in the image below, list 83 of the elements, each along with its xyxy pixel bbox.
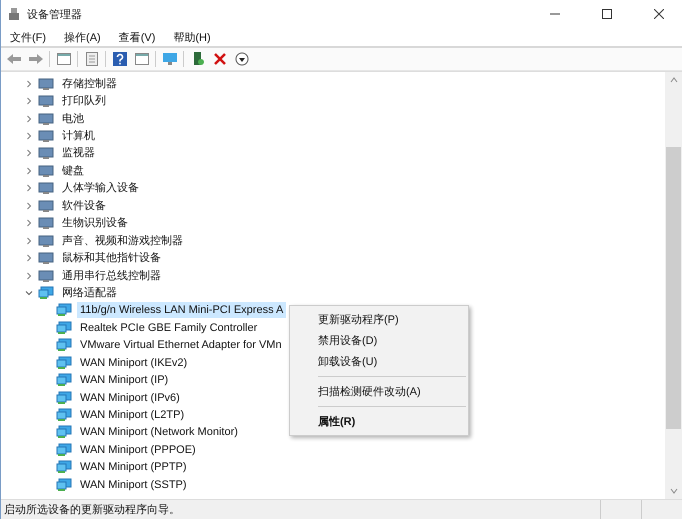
- tree-item[interactable]: 鼠标和其他指针设备: [59, 250, 164, 266]
- tree-item[interactable]: WAN Miniport (PPTP): [77, 459, 190, 476]
- network-adapter-icon: [56, 425, 72, 440]
- menu-option[interactable]: 属性(R): [290, 411, 468, 432]
- device-icon: [38, 181, 54, 196]
- chevron-right-icon[interactable]: [25, 272, 33, 280]
- chevron-right-icon[interactable]: [25, 184, 33, 192]
- tree-item[interactable]: VMware Virtual Ethernet Adapter for VMn: [77, 337, 285, 354]
- menu-option[interactable]: 更新驱动程序(P): [290, 309, 468, 330]
- chevron-right-icon[interactable]: [25, 80, 33, 88]
- tree-item[interactable]: WAN Miniport (IKEv2): [77, 354, 190, 371]
- tree-item[interactable]: 生物识别设备: [59, 215, 131, 232]
- device-icon: [38, 76, 54, 91]
- network-adapter-icon: [56, 390, 72, 405]
- chevron-right-icon[interactable]: [25, 114, 33, 123]
- tree-item[interactable]: WAN Miniport (L2TP): [77, 407, 188, 424]
- chevron-right-icon[interactable]: [25, 166, 33, 175]
- uninstall-button[interactable]: [211, 50, 228, 68]
- chevron-right-icon[interactable]: [25, 97, 33, 106]
- tree-item[interactable]: WAN Miniport (IPv6): [77, 390, 183, 406]
- tree-item[interactable]: WAN Miniport (IP): [77, 372, 172, 388]
- chevron-right-icon[interactable]: [25, 202, 33, 210]
- device-icon: [38, 146, 54, 160]
- window-panel-button[interactable]: [133, 50, 150, 68]
- scrollbar[interactable]: [665, 72, 682, 499]
- device-icon: [38, 234, 54, 248]
- tree-item[interactable]: WAN Miniport (SSTP): [77, 476, 190, 493]
- tree-item[interactable]: 监视器: [59, 145, 98, 162]
- chevron-down-icon[interactable]: [25, 288, 33, 297]
- tree-item[interactable]: 软件设备: [59, 198, 109, 214]
- device-icon: [38, 198, 54, 213]
- monitor-button[interactable]: [161, 50, 178, 68]
- tree-item[interactable]: 声音、视频和游戏控制器: [59, 232, 186, 249]
- tree-item[interactable]: Realtek PCIe GBE Family Controller: [77, 320, 260, 336]
- device-icon: [38, 94, 54, 108]
- maximize-icon: [602, 9, 612, 19]
- device-icon: [38, 251, 54, 266]
- network-adapter-icon: [56, 373, 72, 388]
- menu-item[interactable]: 文件(F): [9, 30, 48, 44]
- tree-item[interactable]: 11b/g/n Wireless LAN Mini-PCI Express A: [77, 302, 286, 318]
- chevron-right-icon[interactable]: [25, 149, 33, 158]
- menu-option[interactable]: 扫描检测硬件改动(A): [290, 381, 468, 402]
- network-adapter-icon: [56, 442, 72, 457]
- tree-item[interactable]: 键盘: [59, 162, 87, 179]
- device-icon: [38, 112, 54, 126]
- tree-item[interactable]: 网络适配器: [59, 284, 120, 301]
- chevron-right-icon[interactable]: [25, 254, 33, 262]
- device-icon: [38, 268, 54, 283]
- status-text: 启动所选设备的更新驱动程序向导。: [3, 502, 181, 517]
- network-adapter-icon: [56, 460, 72, 474]
- properties-button[interactable]: [83, 50, 100, 68]
- menu-option[interactable]: 卸载设备(U): [290, 351, 468, 372]
- network-adapter-icon: [56, 320, 72, 335]
- help-button[interactable]: [111, 50, 128, 68]
- tree-item[interactable]: 存储控制器: [59, 76, 120, 92]
- tree-item[interactable]: 电池: [59, 110, 87, 127]
- tree-item[interactable]: 通用串行总线控制器: [59, 268, 164, 284]
- menu-item[interactable]: 帮助(H): [172, 30, 212, 44]
- chevron-right-icon[interactable]: [25, 219, 33, 228]
- device-icon: [38, 164, 54, 178]
- tree-item[interactable]: 计算机: [59, 128, 98, 144]
- network-adapter-icon: [56, 478, 72, 492]
- menu-item[interactable]: 操作(A): [63, 30, 102, 44]
- tree-item[interactable]: WAN Miniport (PPPOE): [77, 442, 199, 458]
- close-icon: [654, 9, 664, 19]
- network-adapter-icon: [56, 338, 72, 352]
- network-adapter-icon: [56, 303, 72, 318]
- network-adapter-icon: [56, 408, 72, 422]
- chevron-right-icon[interactable]: [25, 236, 33, 245]
- download-button[interactable]: [233, 50, 250, 68]
- tree-item[interactable]: 人体学输入设备: [59, 180, 142, 196]
- device-icon: [38, 216, 54, 230]
- device-manager-icon: [7, 7, 21, 21]
- network-adapter-icon: [38, 286, 54, 300]
- network-adapter-icon: [56, 356, 72, 370]
- tree-item[interactable]: 打印队列: [59, 93, 109, 110]
- window-panel-button[interactable]: [55, 50, 72, 68]
- device-icon: [38, 129, 54, 144]
- menu-item[interactable]: 查看(V): [118, 30, 156, 44]
- window-title: 设备管理器: [27, 8, 83, 22]
- tree-item[interactable]: WAN Miniport (Network Monitor): [77, 424, 241, 440]
- chevron-right-icon[interactable]: [25, 132, 33, 140]
- menu-option[interactable]: 禁用设备(D): [290, 330, 468, 351]
